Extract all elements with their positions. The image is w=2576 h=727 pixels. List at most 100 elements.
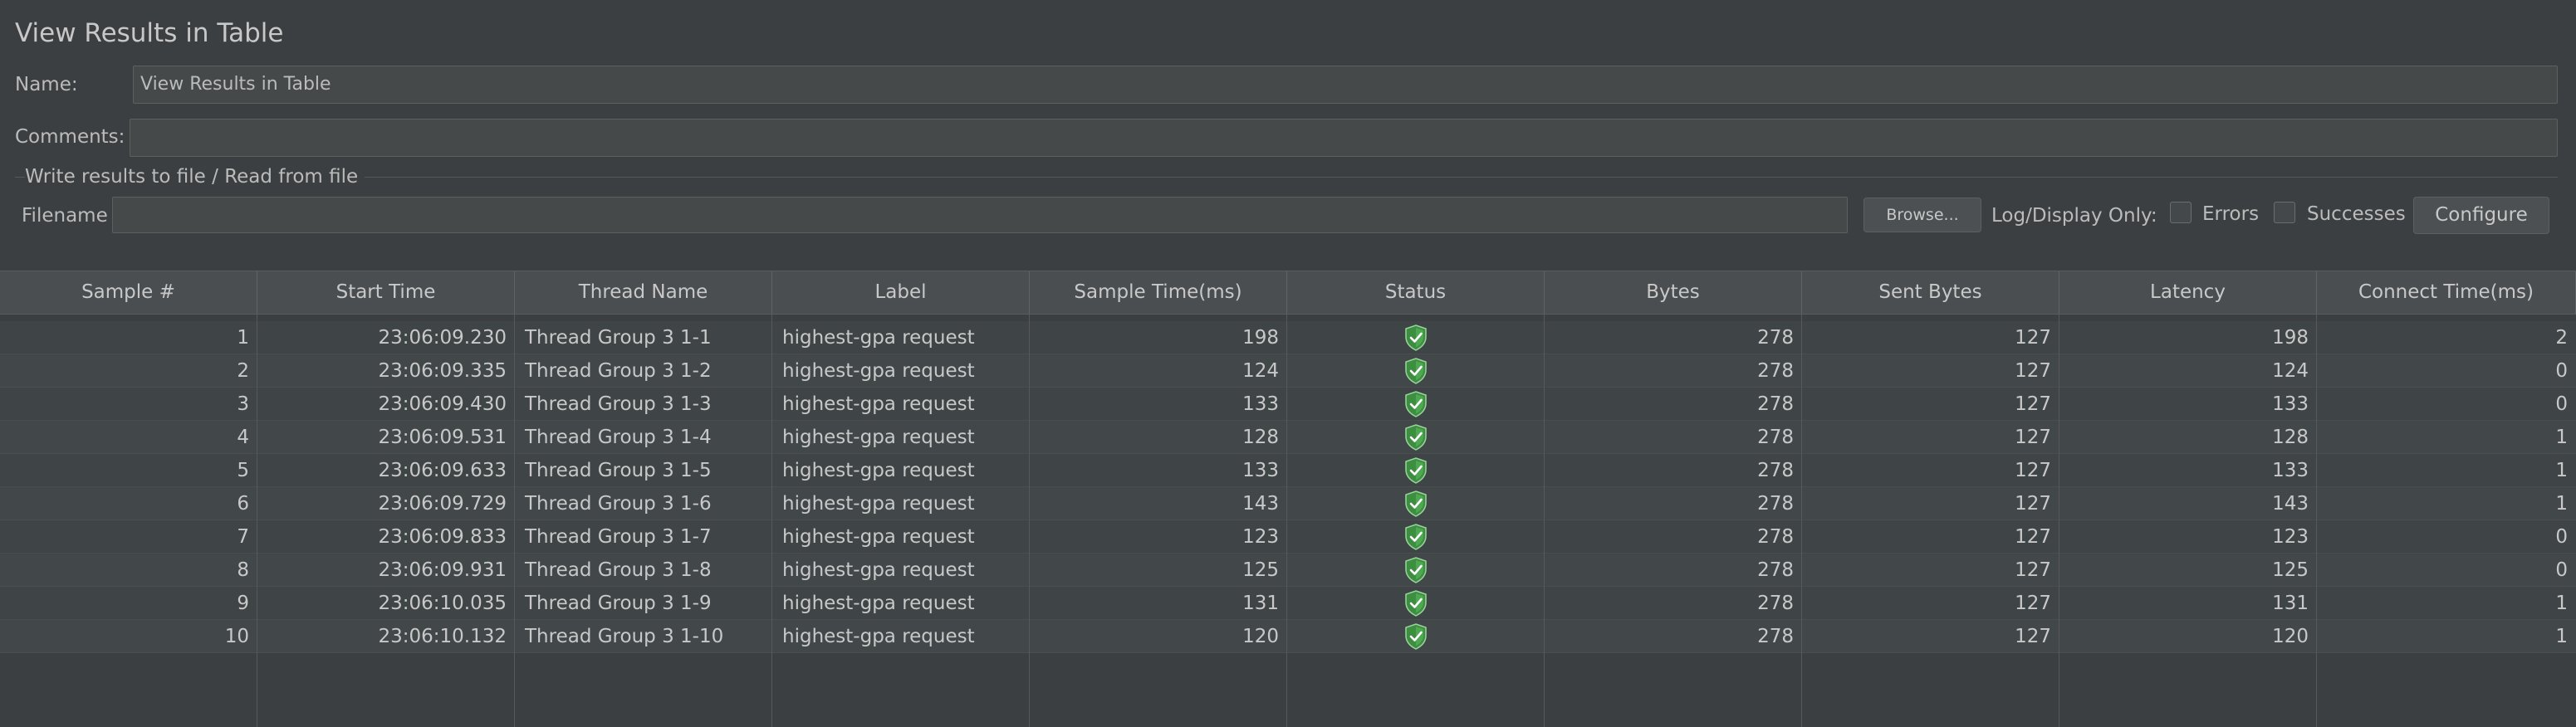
errors-label: Errors — [2202, 203, 2260, 225]
col-connect-time-header[interactable]: Connect Time(ms) — [2317, 271, 2576, 314]
connect-time-cell: 1 — [2555, 626, 2568, 647]
status-cell — [1287, 520, 1545, 554]
latency-cell: 125 — [2272, 559, 2309, 581]
success-shield-icon — [1405, 391, 1427, 417]
table-row[interactable]: 10 23:06:10.132 Thread Group 3 1-10 highest… — [0, 620, 2576, 653]
latency-cell: 120 — [2272, 626, 2309, 647]
sent-bytes-cell: 127 — [2015, 360, 2051, 382]
col-bytes-header[interactable]: Bytes — [1545, 271, 1802, 314]
panel-title: View Results in Table — [15, 18, 284, 48]
filename-label: Filename — [22, 205, 108, 227]
thread-name-cell: Thread Group 3 1-1 — [525, 327, 712, 349]
success-shield-icon — [1405, 490, 1427, 517]
success-shield-icon — [1405, 524, 1427, 550]
bytes-cell: 278 — [1757, 360, 1794, 382]
sample-time-cell: 124 — [1242, 360, 1279, 382]
latency-cell: 133 — [2272, 460, 2309, 481]
sample-time-cell: 128 — [1242, 427, 1279, 448]
table-row[interactable]: 4 23:06:09.531 Thread Group 3 1-4 highest-g… — [0, 421, 2576, 454]
start-time-cell: 23:06:09.230 — [378, 327, 507, 349]
sample-time-cell: 133 — [1242, 393, 1279, 415]
sent-bytes-cell: 127 — [2015, 593, 2051, 614]
success-shield-icon — [1405, 457, 1427, 484]
successes-label: Successes — [2307, 203, 2406, 225]
table-row[interactable]: 5 23:06:09.633 Thread Group 3 1-5 highest-g… — [0, 454, 2576, 487]
column-divider — [1029, 315, 1030, 727]
status-cell — [1287, 487, 1545, 520]
successes-checkbox[interactable] — [2274, 202, 2295, 223]
label-cell: highest-gpa request — [782, 526, 975, 548]
status-cell — [1287, 620, 1545, 653]
col-start-time-header[interactable]: Start Time — [257, 271, 515, 314]
name-field[interactable]: View Results in Table — [133, 66, 2558, 104]
table-row[interactable]: 9 23:06:10.035 Thread Group 3 1-9 highest-g… — [0, 587, 2576, 620]
sample-number-cell: 4 — [237, 427, 249, 448]
label-cell: highest-gpa request — [782, 460, 975, 481]
configure-button[interactable]: Configure — [2413, 197, 2549, 234]
comments-label: Comments: — [15, 126, 125, 148]
bytes-cell: 278 — [1757, 393, 1794, 415]
sample-time-cell: 198 — [1242, 327, 1279, 349]
sent-bytes-cell: 127 — [2015, 327, 2051, 349]
table-row[interactable]: 2 23:06:09.335 Thread Group 3 1-2 highest-g… — [0, 354, 2576, 388]
table-row[interactable]: 6 23:06:09.729 Thread Group 3 1-6 highest-g… — [0, 487, 2576, 520]
file-section-divider — [15, 177, 2558, 178]
filename-field[interactable] — [112, 197, 1848, 233]
column-divider — [1544, 315, 1545, 727]
sample-time-cell: 123 — [1242, 526, 1279, 548]
col-sent-bytes-header[interactable]: Sent Bytes — [1802, 271, 2059, 314]
col-status-header[interactable]: Status — [1287, 271, 1545, 314]
browse-button[interactable]: Browse... — [1863, 198, 1981, 232]
sent-bytes-cell: 127 — [2015, 460, 2051, 481]
sent-bytes-cell: 127 — [2015, 559, 2051, 581]
connect-time-cell: 0 — [2555, 526, 2568, 548]
latency-cell: 133 — [2272, 393, 2309, 415]
label-cell: highest-gpa request — [782, 493, 975, 515]
comments-field[interactable] — [130, 119, 2558, 157]
connect-time-cell: 1 — [2555, 493, 2568, 515]
col-label-header[interactable]: Label — [772, 271, 1030, 314]
status-cell — [1287, 587, 1545, 620]
bytes-cell: 278 — [1757, 559, 1794, 581]
col-sample-number-header[interactable]: Sample # — [0, 271, 257, 314]
table-header: Sample # Start Time Thread Name Label Sample… — [0, 271, 2576, 315]
table-row[interactable]: 3 23:06:09.430 Thread Group 3 1-3 highest-g… — [0, 388, 2576, 421]
status-cell — [1287, 554, 1545, 587]
bytes-cell: 278 — [1757, 626, 1794, 647]
sample-time-cell: 125 — [1242, 559, 1279, 581]
latency-cell: 124 — [2272, 360, 2309, 382]
thread-name-cell: Thread Group 3 1-6 — [525, 493, 712, 515]
connect-time-cell: 1 — [2555, 427, 2568, 448]
success-shield-icon — [1405, 623, 1427, 650]
col-latency-header[interactable]: Latency — [2059, 271, 2317, 314]
start-time-cell: 23:06:10.132 — [378, 626, 507, 647]
start-time-cell: 23:06:10.035 — [378, 593, 507, 614]
sample-number-cell: 2 — [237, 360, 249, 382]
connect-time-cell: 2 — [2555, 327, 2568, 349]
label-cell: highest-gpa request — [782, 593, 975, 614]
latency-cell: 123 — [2272, 526, 2309, 548]
sent-bytes-cell: 127 — [2015, 393, 2051, 415]
latency-cell: 128 — [2272, 427, 2309, 448]
latency-cell: 143 — [2272, 493, 2309, 515]
start-time-cell: 23:06:09.531 — [378, 427, 507, 448]
connect-time-cell: 0 — [2555, 559, 2568, 581]
bytes-cell: 278 — [1757, 593, 1794, 614]
start-time-cell: 23:06:09.335 — [378, 360, 507, 382]
connect-time-cell: 0 — [2555, 360, 2568, 382]
col-thread-name-header[interactable]: Thread Name — [515, 271, 772, 314]
sent-bytes-cell: 127 — [2015, 626, 2051, 647]
table-row[interactable]: 8 23:06:09.931 Thread Group 3 1-8 highest-g… — [0, 554, 2576, 587]
results-table: Sample # Start Time Thread Name Label Sample… — [0, 271, 2576, 727]
errors-checkbox[interactable] — [2170, 202, 2192, 223]
table-row[interactable]: 7 23:06:09.833 Thread Group 3 1-7 highest-g… — [0, 520, 2576, 554]
thread-name-cell: Thread Group 3 1-7 — [525, 526, 712, 548]
sample-time-cell: 133 — [1242, 460, 1279, 481]
table-row[interactable]: 1 23:06:09.230 Thread Group 3 1-1 highest-g… — [0, 321, 2576, 354]
success-shield-icon — [1405, 358, 1427, 384]
column-divider — [771, 315, 772, 727]
bytes-cell: 278 — [1757, 493, 1794, 515]
column-divider — [2316, 315, 2317, 727]
success-shield-icon — [1405, 424, 1427, 451]
col-sample-time-header[interactable]: Sample Time(ms) — [1030, 271, 1287, 314]
